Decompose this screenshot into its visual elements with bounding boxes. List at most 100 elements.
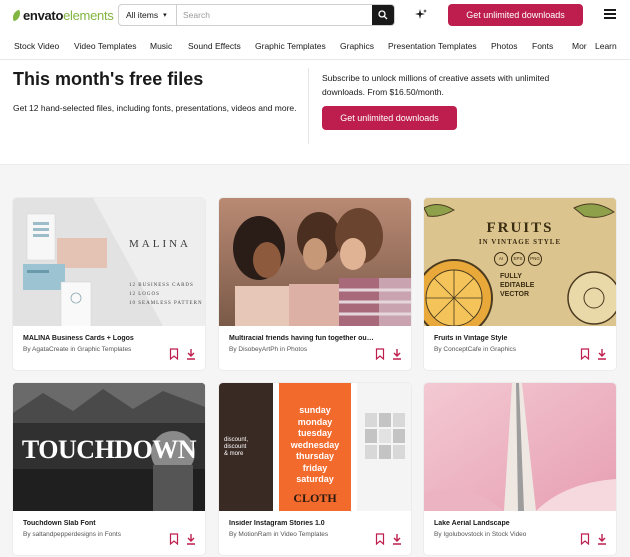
card-title[interactable]: Fruits in Vintage Style [434, 335, 579, 342]
file-card-lake-aerial[interactable]: Lake Aerial Landscape By Igolubovstock i… [424, 383, 616, 555]
promo-get-unlimited-downloads-button[interactable]: Get unlimited downloads [322, 106, 457, 130]
card-category-link[interactable]: Graphics [490, 346, 516, 353]
meta-by: By [434, 531, 442, 538]
bookmark-icon[interactable] [375, 533, 385, 545]
card-category-link[interactable]: Stock Video [492, 531, 527, 538]
ai-sparkle-icon[interactable] [414, 8, 428, 22]
envato-elements-logo[interactable]: envato elements [10, 8, 114, 23]
card-category-link[interactable]: Photos [287, 346, 307, 353]
nav-graphics[interactable]: Graphics [340, 41, 374, 51]
thumb-word: TOUCHDOWN [21, 435, 197, 464]
download-icon[interactable] [186, 348, 196, 360]
card-author-link[interactable]: MotionRam [238, 531, 271, 538]
story-left-line: & more [224, 451, 244, 457]
get-unlimited-downloads-button[interactable]: Get unlimited downloads [448, 4, 583, 26]
thumb-heading: FRUITS [486, 220, 554, 236]
story-panel-right [357, 383, 411, 511]
meta-by: By [229, 346, 237, 353]
card-thumbnail[interactable] [424, 383, 616, 511]
nav-presentation-templates[interactable]: Presentation Templates [388, 41, 477, 51]
nav-graphic-templates[interactable]: Graphic Templates [255, 41, 326, 51]
chevron-down-icon: ▾ [163, 12, 167, 19]
hamburger-menu-icon[interactable] [604, 9, 616, 19]
meta-in: in [279, 346, 286, 353]
card-category-link[interactable]: Fonts [105, 531, 121, 538]
thumb-tag-line: FULLY [500, 273, 522, 280]
card-meta: By MotionRam in Video Templates [229, 531, 379, 538]
thumb-tag: FULLY EDITABLE VECTOR [500, 272, 534, 299]
card-meta: By ConceptCafe in Graphics [434, 346, 584, 353]
format-badge: EPS [511, 252, 525, 266]
nav-learn[interactable]: Learn [595, 41, 617, 51]
card-thumbnail[interactable] [219, 198, 411, 326]
card-category-link[interactable]: Graphic Templates [77, 346, 131, 353]
top-header: envatoelements All items ▾ Get unlimited… [0, 0, 630, 30]
story-day: saturday [296, 474, 334, 484]
story-left-line: discount [224, 444, 247, 450]
card-meta: By Igolubovstock in Stock Video [434, 531, 584, 538]
download-icon[interactable] [597, 533, 607, 545]
story-day: friday [302, 462, 328, 473]
bookmark-icon[interactable] [169, 533, 179, 545]
meta-in: in [273, 531, 279, 538]
nav-video-templates[interactable]: Video Templates [74, 41, 137, 51]
free-files-grid: MALINA 12 BUSINESS CARDS 12 LOGOS 10 SEA… [0, 164, 630, 557]
search-bar: All items ▾ [118, 4, 395, 26]
logo-envato-text: envato [23, 8, 64, 23]
meta-by: By [434, 346, 442, 353]
meta-by: By [229, 531, 237, 538]
thumb-tag-line: VECTOR [500, 291, 530, 298]
story-left-line: discount, [224, 437, 249, 443]
card-title[interactable]: Lake Aerial Landscape [434, 520, 579, 527]
download-icon[interactable] [392, 533, 402, 545]
thumb-formats: AI EPS PNG [494, 252, 542, 266]
download-icon[interactable] [392, 348, 402, 360]
file-card-multiracial-friends[interactable]: Multiracial friends having fun together … [219, 198, 411, 370]
download-icon[interactable] [186, 533, 196, 545]
file-card-insider-instagram-stories[interactable]: discount, discount & more sunday monday … [219, 383, 411, 555]
nav-photos[interactable]: Photos [491, 41, 517, 51]
card-thumbnail[interactable]: MALINA 12 BUSINESS CARDS 12 LOGOS 10 SEA… [13, 198, 205, 326]
hero-description: Get 12 hand-selected files, including fo… [13, 103, 297, 113]
bookmark-icon[interactable] [580, 348, 590, 360]
card-thumbnail[interactable]: TOUCHDOWN [13, 383, 205, 511]
card-thumbnail[interactable]: discount, discount & more sunday monday … [219, 383, 411, 511]
story-day: monday [297, 416, 333, 427]
meta-in: in [70, 346, 76, 353]
card-title[interactable]: Insider Instagram Stories 1.0 [229, 520, 374, 527]
search-input[interactable] [177, 5, 372, 25]
card-thumbnail[interactable]: FRUITS IN VINTAGE STYLE AI EPS PNG FULLY… [424, 198, 616, 326]
bookmark-icon[interactable] [375, 348, 385, 360]
file-card-malina[interactable]: MALINA 12 BUSINESS CARDS 12 LOGOS 10 SEA… [13, 198, 205, 370]
story-day: thursday [295, 451, 334, 461]
card-author-link[interactable]: Igolubovstock [443, 531, 483, 538]
card-meta: By saltandpepperdesigns in Fonts [23, 531, 173, 538]
thumb-line: 12 BUSINESS CARDS [129, 283, 194, 288]
card-author-link[interactable]: saltandpepperdesigns [32, 531, 96, 538]
download-icon[interactable] [597, 348, 607, 360]
format-badge: AI [494, 252, 508, 266]
nav-stock-video[interactable]: Stock Video [14, 41, 59, 51]
meta-by: By [23, 531, 31, 538]
file-card-fruits-vintage[interactable]: FRUITS IN VINTAGE STYLE AI EPS PNG FULLY… [424, 198, 616, 370]
nav-music[interactable]: Music [150, 41, 172, 51]
card-author-link[interactable]: ConceptCafe [443, 346, 481, 353]
card-author-link[interactable]: AgataCreate [32, 346, 69, 353]
card-category-link[interactable]: Video Templates [280, 531, 328, 538]
bookmark-icon[interactable] [169, 348, 179, 360]
card-title[interactable]: Touchdown Slab Font [23, 520, 168, 527]
nav-more[interactable]: Mor [572, 41, 587, 51]
search-button[interactable] [372, 5, 394, 25]
search-scope-dropdown[interactable]: All items ▾ [119, 5, 177, 25]
bookmark-icon[interactable] [580, 533, 590, 545]
promo-text: Subscribe to unlock millions of creative… [322, 73, 550, 97]
thumb-subheading: IN VINTAGE STYLE [478, 238, 562, 246]
thumb-brand-text: MALINA [129, 238, 191, 250]
nav-fonts[interactable]: Fonts [532, 41, 553, 51]
card-title[interactable]: MALINA Business Cards + Logos [23, 335, 168, 342]
nav-sound-effects[interactable]: Sound Effects [188, 41, 241, 51]
file-card-touchdown-font[interactable]: TOUCHDOWN Touchdown Slab Font By saltand… [13, 383, 205, 555]
card-title[interactable]: Multiracial friends having fun together … [229, 335, 374, 342]
card-author-link[interactable]: DisobeyArtPh [238, 346, 278, 353]
story-left-text: discount, discount & more [224, 437, 248, 458]
